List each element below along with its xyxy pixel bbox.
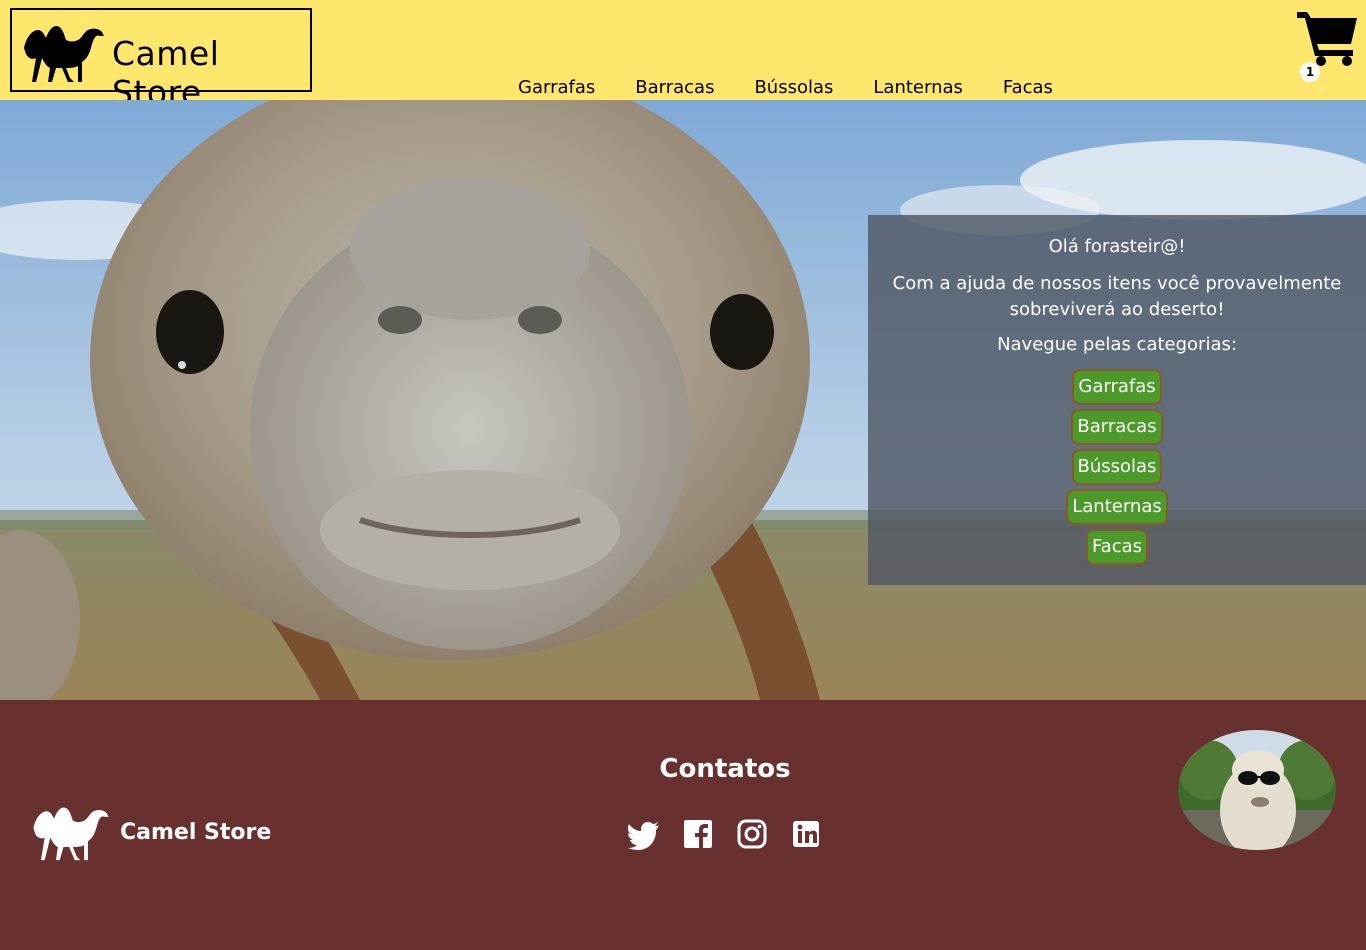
welcome-message: Com a ajuda de nossos itens você provave…	[892, 273, 1342, 320]
nav-item-garrafas[interactable]: Garrafas	[518, 76, 595, 100]
footer-brand-name: Camel Store	[120, 820, 272, 845]
category-button-facas[interactable]: Facas	[1085, 529, 1149, 565]
twitter-icon[interactable]	[628, 818, 660, 850]
cart-count-badge: 1	[1300, 62, 1320, 82]
logo-link[interactable]: Camel Store	[10, 8, 312, 112]
nav-item-facas[interactable]: Facas	[1003, 76, 1053, 100]
social-links	[628, 818, 844, 850]
contacts-title: Contatos	[659, 754, 791, 784]
cart-icon[interactable]	[1297, 8, 1359, 66]
nav-item-bussolas[interactable]: Bússolas	[754, 76, 833, 100]
welcome-panel: Olá forasteir@! Com a ajuda de nossos it…	[868, 215, 1366, 585]
camel-footer-icon	[33, 807, 109, 861]
site-header: Camel Store Garrafas Barracas Bússolas L…	[0, 0, 1366, 112]
facebook-icon[interactable]	[682, 818, 714, 850]
instagram-icon[interactable]	[736, 818, 768, 850]
site-footer: Camel Store Contatos	[0, 700, 1366, 950]
main-nav: Garrafas Barracas Bússolas Lanternas Fac…	[518, 76, 1093, 100]
camel-logo-icon	[24, 26, 104, 82]
nav-item-barracas[interactable]: Barracas	[635, 76, 714, 100]
category-list: Garrafas Barracas Bússolas Lanternas Fac…	[868, 369, 1366, 569]
linkedin-icon[interactable]	[790, 818, 822, 850]
llama-avatar-image	[1178, 730, 1336, 850]
category-button-bussolas[interactable]: Bússolas	[1071, 449, 1163, 485]
hero-banner: Olá forasteir@! Com a ajuda de nossos it…	[0, 100, 1366, 700]
nav-item-lanternas[interactable]: Lanternas	[873, 76, 963, 100]
category-button-garrafas[interactable]: Garrafas	[1072, 369, 1162, 405]
category-button-lanternas[interactable]: Lanternas	[1066, 489, 1168, 525]
browse-label: Navegue pelas categorias:	[997, 334, 1237, 355]
welcome-greeting: Olá forasteir@!	[1048, 236, 1186, 257]
category-button-barracas[interactable]: Barracas	[1071, 409, 1163, 445]
